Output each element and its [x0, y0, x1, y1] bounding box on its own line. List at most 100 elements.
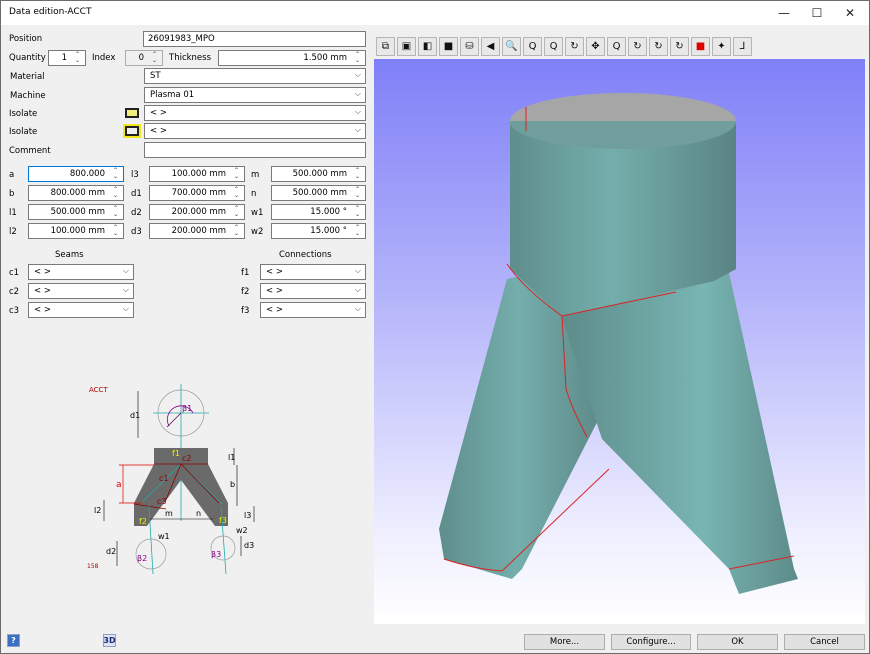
- l1-label: l1: [228, 453, 235, 462]
- help-button[interactable]: ?: [7, 634, 20, 647]
- pan-button[interactable]: ✥: [586, 37, 605, 56]
- param-label-n: n: [251, 189, 257, 199]
- f1-label: f1: [172, 449, 180, 458]
- param-input-d1[interactable]: 700.000 mm ⌃ ⌄: [149, 185, 245, 201]
- spin-arrows-icon[interactable]: ⌃ ⌄: [230, 205, 243, 219]
- thickness-stepper[interactable]: 1.500 mm ⌃ ⌄: [218, 50, 366, 66]
- param-value-b: 800.000 mm: [50, 188, 105, 198]
- isolate-color-swatch-1[interactable]: [125, 108, 139, 118]
- connections-select-f2[interactable]: < > ⌵: [260, 283, 366, 299]
- minimize-button[interactable]: —: [767, 1, 801, 25]
- zoom-window-button[interactable]: Q: [523, 37, 542, 56]
- zoom-icon: 🔍: [505, 41, 518, 52]
- view-reset-button[interactable]: ✦: [712, 37, 731, 56]
- param-input-w1[interactable]: 15.000 ° ⌃ ⌄: [271, 204, 366, 220]
- seams-select-c3[interactable]: < > ⌵: [28, 302, 134, 318]
- connections-value-f2: < >: [266, 286, 283, 296]
- more-button[interactable]: More...: [524, 634, 605, 650]
- rotate-x-button[interactable]: ↻: [628, 37, 647, 56]
- machine-select[interactable]: Plasma 01 ⌵: [144, 87, 366, 103]
- chevron-down-icon: ⌵: [122, 304, 129, 313]
- index-stepper[interactable]: 0 ⌃ ⌄: [125, 50, 163, 66]
- view-cylinder-button[interactable]: ⛁: [460, 37, 479, 56]
- spin-arrows-icon[interactable]: ⌃ ⌄: [109, 205, 122, 219]
- spin-arrows-icon[interactable]: ⌃ ⌄: [230, 167, 243, 181]
- ok-button[interactable]: OK: [697, 634, 778, 650]
- param-value-l2: 100.000 mm: [50, 226, 105, 236]
- index-spin-arrows[interactable]: ⌃ ⌄: [148, 51, 161, 65]
- param-input-d3[interactable]: 200.000 mm ⌃ ⌄: [149, 223, 245, 239]
- spin-arrows-icon[interactable]: ⌃ ⌄: [230, 186, 243, 200]
- rotate-button[interactable]: ↻: [565, 37, 584, 56]
- param-input-a[interactable]: 800.000 ⌃ ⌄: [28, 166, 124, 182]
- seams-value-c2: < >: [34, 286, 51, 296]
- spin-arrows-icon[interactable]: ⌃ ⌄: [109, 186, 122, 200]
- cancel-button[interactable]: Cancel: [784, 634, 865, 650]
- rotate-y-button[interactable]: ↻: [649, 37, 668, 56]
- param-input-m[interactable]: 500.000 mm ⌃ ⌄: [271, 166, 366, 182]
- maximize-button[interactable]: ☐: [800, 1, 834, 25]
- window-title: Data edition-ACCT: [9, 7, 92, 17]
- param-input-n[interactable]: 500.000 mm ⌃ ⌄: [271, 185, 366, 201]
- 3d-model: [439, 93, 798, 594]
- zoom-button[interactable]: 🔍: [502, 37, 521, 56]
- param-input-l2[interactable]: 100.000 mm ⌃ ⌄: [28, 223, 124, 239]
- param-label-b: b: [9, 189, 15, 199]
- close-button[interactable]: ✕: [833, 1, 867, 25]
- beta3-label: β3: [211, 550, 221, 559]
- 3d-icon: 3D: [103, 636, 116, 645]
- param-value-m: 500.000 mm: [292, 169, 347, 179]
- isolate-select-1[interactable]: < > ⌵: [144, 105, 366, 121]
- quantity-stepper[interactable]: 1 ⌃ ⌄: [48, 50, 86, 66]
- view-solid-button[interactable]: ◧: [418, 37, 437, 56]
- connections-value-f3: < >: [266, 305, 283, 315]
- seams-select-c1[interactable]: < > ⌵: [28, 264, 134, 280]
- zoom-fit-button[interactable]: Q: [607, 37, 626, 56]
- view-solid-icon: ◧: [422, 41, 433, 52]
- color-button[interactable]: ■: [691, 37, 710, 56]
- param-value-w2: 15.000 °: [310, 226, 347, 236]
- view-front-button[interactable]: ■: [439, 37, 458, 56]
- 3d-toggle-button[interactable]: 3D: [103, 634, 116, 647]
- spin-arrows-icon[interactable]: ⌃ ⌄: [351, 167, 364, 181]
- param-input-d2[interactable]: 200.000 mm ⌃ ⌄: [149, 204, 245, 220]
- l3-label: l3: [244, 511, 251, 520]
- 3d-viewport[interactable]: [374, 59, 865, 624]
- connections-select-f3[interactable]: < > ⌵: [260, 302, 366, 318]
- view-shaded-button[interactable]: ▣: [397, 37, 416, 56]
- quantity-spin-arrows[interactable]: ⌃ ⌄: [71, 51, 84, 65]
- param-input-w2[interactable]: 15.000 ° ⌃ ⌄: [271, 223, 366, 239]
- param-value-n: 500.000 mm: [292, 188, 347, 198]
- isolate-color-swatch-2[interactable]: [123, 124, 141, 138]
- w2-label: w2: [236, 526, 248, 535]
- zoom-out-button[interactable]: Q: [544, 37, 563, 56]
- diagram-title: ACCT: [89, 386, 108, 394]
- position-input[interactable]: 26091983_MPO: [143, 31, 366, 47]
- spin-arrows-icon[interactable]: ⌃ ⌄: [351, 205, 364, 219]
- configure-button[interactable]: Configure...: [611, 634, 691, 650]
- spin-arrows-icon[interactable]: ⌃ ⌄: [109, 167, 122, 181]
- seams-select-c2[interactable]: < > ⌵: [28, 283, 134, 299]
- connections-select-f1[interactable]: < > ⌵: [260, 264, 366, 280]
- axes-button[interactable]: ⅃: [733, 37, 752, 56]
- param-input-l3[interactable]: 100.000 mm ⌃ ⌄: [149, 166, 245, 182]
- spin-arrows-icon[interactable]: ⌃ ⌄: [230, 224, 243, 238]
- maximize-icon: ☐: [811, 6, 823, 20]
- param-input-l1[interactable]: 500.000 mm ⌃ ⌄: [28, 204, 124, 220]
- spin-arrows-icon[interactable]: ⌃ ⌄: [109, 224, 122, 238]
- chevron-down-icon: ⌵: [354, 70, 361, 79]
- isolate-select-2[interactable]: < > ⌵: [144, 123, 366, 139]
- comment-input[interactable]: [144, 142, 366, 158]
- param-input-b[interactable]: 800.000 mm ⌃ ⌄: [28, 185, 124, 201]
- thickness-spin-arrows[interactable]: ⌃ ⌄: [351, 51, 364, 65]
- spin-arrows-icon[interactable]: ⌃ ⌄: [351, 186, 364, 200]
- view-wireframe-button[interactable]: ⧉: [376, 37, 395, 56]
- title-bar: Data edition-ACCT — ☐ ✕: [1, 1, 869, 25]
- spin-arrows-icon[interactable]: ⌃ ⌄: [351, 224, 364, 238]
- material-select[interactable]: ST ⌵: [144, 68, 366, 84]
- acct-diagram: ACCT 158 β1 d1 f1 c2 c1 c3 f2 f3 a l1 b …: [87, 384, 255, 575]
- collar-shape: [154, 448, 208, 466]
- view-perspective-button[interactable]: ◀: [481, 37, 500, 56]
- chevron-down-icon: ⌵: [122, 285, 129, 294]
- rotate-z-button[interactable]: ↻: [670, 37, 689, 56]
